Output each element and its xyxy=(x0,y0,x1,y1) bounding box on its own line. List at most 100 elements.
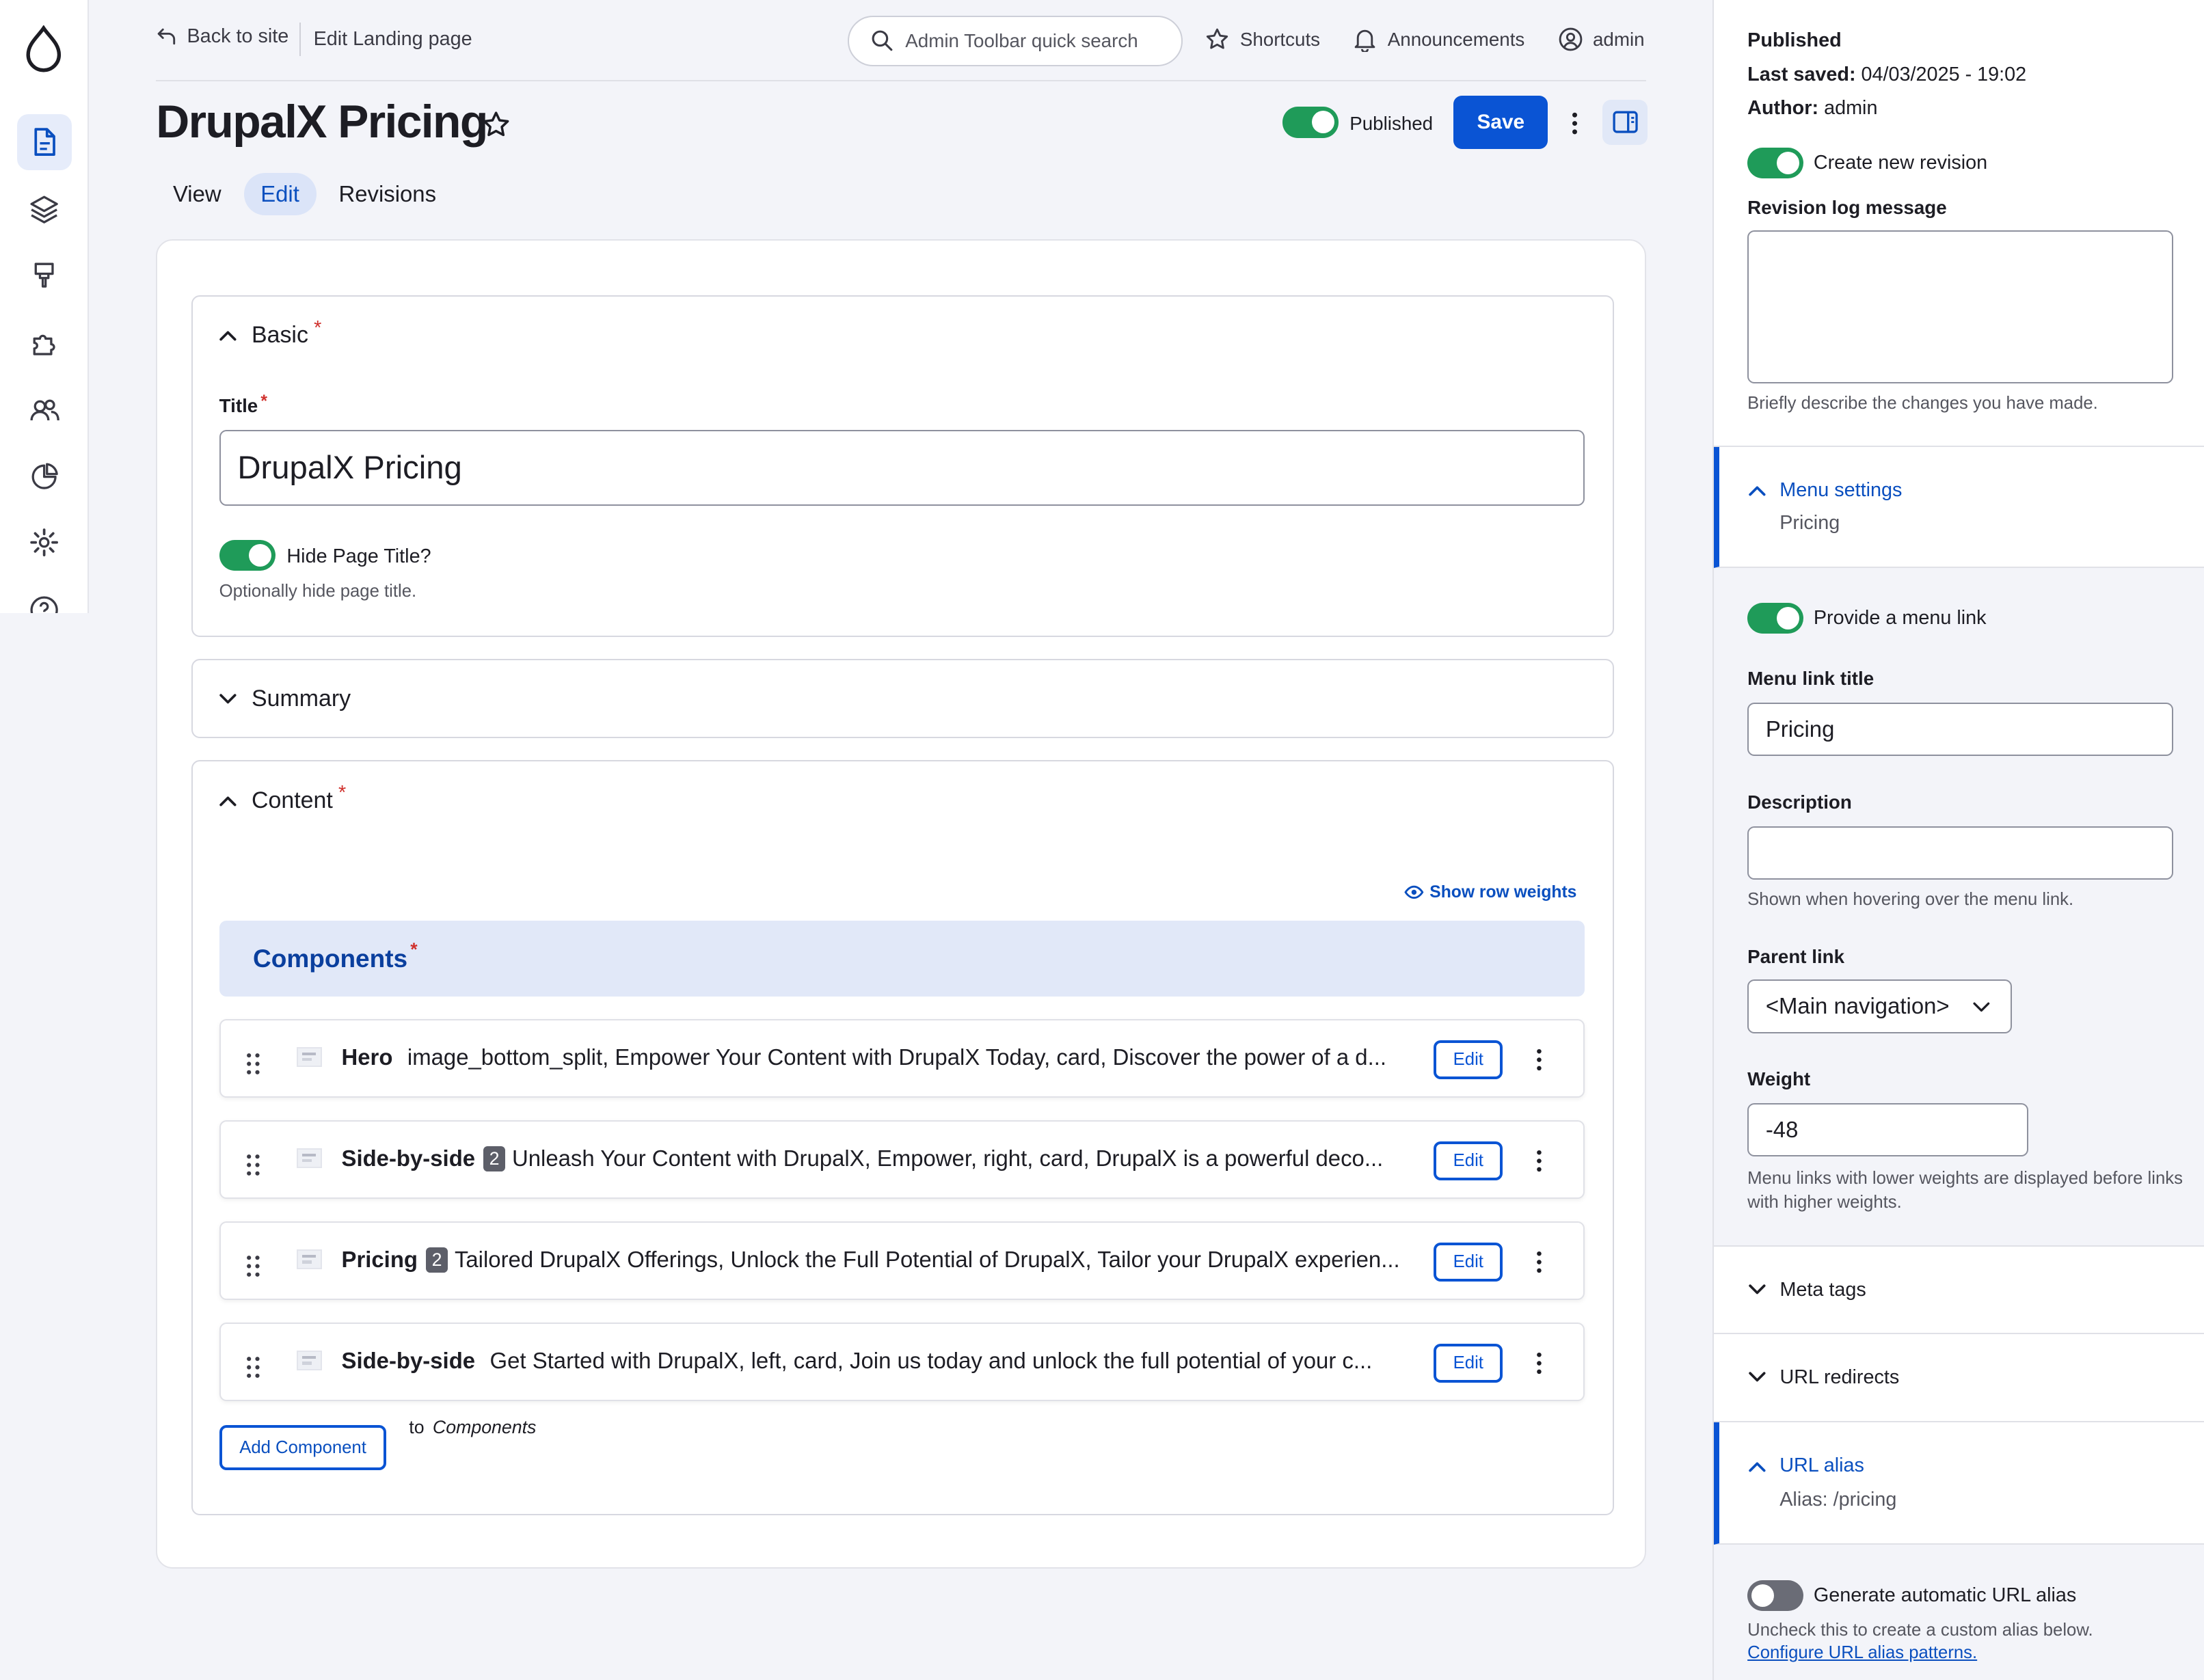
component-count-badge: 2 xyxy=(483,1146,505,1171)
summary-section-toggle[interactable]: Summary xyxy=(218,686,351,712)
menu-description-label: Description xyxy=(1747,791,1852,813)
content-heading: Content xyxy=(251,787,333,813)
rail-structure-item[interactable] xyxy=(17,180,72,236)
to-target: Components xyxy=(432,1416,537,1437)
drag-handle-icon[interactable] xyxy=(245,1254,262,1279)
drag-handle-icon[interactable] xyxy=(245,1152,262,1178)
component-edit-button[interactable]: Edit xyxy=(1434,1141,1503,1181)
meta-tags-toggle[interactable]: Meta tags xyxy=(1747,1279,1866,1301)
author-label: Author: xyxy=(1747,96,1819,119)
url-alias-summary: Alias: /pricing xyxy=(1779,1488,1897,1510)
last-saved-value: 04/03/2025 - 19:02 xyxy=(1861,63,2027,85)
component-description: Get Started with DrupalX, left, card, Jo… xyxy=(489,1347,1373,1373)
drag-handle-icon[interactable] xyxy=(245,1051,262,1076)
component-edit-button[interactable]: Edit xyxy=(1434,1040,1503,1080)
user-menu-button[interactable]: admin xyxy=(1558,27,1645,52)
weight-label: Weight xyxy=(1747,1068,1811,1089)
published-label: Published xyxy=(1349,112,1434,134)
back-to-site-label: Back to site xyxy=(187,25,289,48)
rail-extend-item[interactable] xyxy=(17,315,72,371)
title-field-label: Title * xyxy=(219,392,267,417)
menu-description-input[interactable] xyxy=(1747,826,2174,880)
tab-edit[interactable]: Edit xyxy=(243,172,317,215)
show-row-weights-label: Show row weights xyxy=(1429,882,1577,902)
rail-appearance-item[interactable] xyxy=(17,247,72,303)
weight-help: Menu links with lower weights are displa… xyxy=(1747,1168,2183,1212)
eye-icon xyxy=(1404,886,1424,899)
to-label: to xyxy=(409,1416,425,1437)
quick-search-input[interactable]: Admin Toolbar quick search xyxy=(848,15,1183,66)
bookmark-star-icon[interactable] xyxy=(481,109,511,140)
required-marker: * xyxy=(260,392,267,411)
tab-revisions[interactable]: Revisions xyxy=(322,173,453,215)
parent-link-select[interactable]: <Main navigation> xyxy=(1747,979,2012,1033)
menu-link-title-input[interactable] xyxy=(1747,703,2174,757)
weight-input[interactable] xyxy=(1747,1103,2029,1157)
component-row: Side-by-side Get Started with DrupalX, l… xyxy=(219,1323,1585,1402)
url-alias-title: URL alias xyxy=(1779,1454,1864,1477)
breadcrumb-divider xyxy=(299,22,301,57)
save-button[interactable]: Save xyxy=(1453,95,1548,149)
revision-panel: Published Last saved: 04/03/2025 - 19:02… xyxy=(1713,0,2204,447)
breadcrumb: Edit Landing page xyxy=(313,28,472,51)
generate-alias-toggle[interactable] xyxy=(1747,1580,1804,1611)
drag-handle-icon[interactable] xyxy=(245,1355,262,1380)
author-value: admin xyxy=(1824,96,1878,119)
published-toggle[interactable] xyxy=(1282,107,1339,138)
component-edit-button[interactable]: Edit xyxy=(1434,1343,1503,1383)
component-type: Hero xyxy=(341,1044,393,1070)
status-text: Published xyxy=(1747,29,1842,52)
title-input[interactable] xyxy=(219,430,1585,506)
announcements-button[interactable]: Announcements xyxy=(1352,27,1524,53)
more-actions-icon[interactable] xyxy=(1528,1147,1550,1175)
rail-people-item[interactable] xyxy=(17,382,72,438)
component-thumbnail xyxy=(296,1351,322,1370)
url-alias-toggle[interactable]: URL alias xyxy=(1747,1454,1864,1477)
component-row: Side-by-side 2 Unleash Your Content with D… xyxy=(219,1120,1585,1200)
component-thumbnail xyxy=(296,1249,322,1269)
provide-menu-link-toggle[interactable] xyxy=(1747,603,1804,634)
hide-title-toggle[interactable] xyxy=(219,539,276,571)
menu-settings-title: Menu settings xyxy=(1779,479,1903,502)
menu-settings-toggle[interactable]: Menu settings xyxy=(1747,479,1902,502)
create-revision-toggle[interactable] xyxy=(1747,147,1804,179)
sidebar-toggle-button[interactable] xyxy=(1602,100,1648,145)
component-thumbnail xyxy=(296,1148,322,1168)
required-marker: * xyxy=(410,939,418,960)
show-row-weights-button[interactable]: Show row weights xyxy=(1404,882,1576,902)
back-to-site-link[interactable]: Back to site xyxy=(156,25,288,48)
more-actions-icon[interactable] xyxy=(1528,1046,1550,1074)
shortcuts-button[interactable]: Shortcuts xyxy=(1205,27,1320,52)
menu-description-help: Shown when hovering over the menu link. xyxy=(1747,889,2074,909)
help-icon xyxy=(30,596,58,613)
content-section-toggle[interactable]: Content * xyxy=(218,782,346,814)
tab-view[interactable]: View xyxy=(156,173,238,215)
more-actions-icon[interactable] xyxy=(1562,109,1587,137)
component-summary: Hero image_bottom_split, Empower Your Co… xyxy=(342,1044,1425,1070)
component-edit-button[interactable]: Edit xyxy=(1434,1242,1503,1282)
more-actions-icon[interactable] xyxy=(1528,1248,1550,1276)
component-thumbnail xyxy=(296,1046,322,1067)
hide-title-help: Optionally hide page title. xyxy=(219,582,417,601)
configure-alias-patterns-link[interactable]: Configure URL alias patterns. xyxy=(1747,1643,1977,1663)
rail-help-item[interactable] xyxy=(17,582,72,613)
page-title: DrupalX Pricing xyxy=(156,96,488,148)
summary-heading: Summary xyxy=(251,686,351,712)
rail-config-item[interactable] xyxy=(17,515,72,571)
revision-log-textarea[interactable] xyxy=(1747,230,2174,384)
chevron-up-icon xyxy=(219,796,237,807)
menu-link-title-label: Menu link title xyxy=(1747,667,1874,689)
primary-tabs: View Edit Revisions xyxy=(156,172,459,215)
meta-tags-accordion: Meta tags xyxy=(1713,1245,2204,1334)
drupal-logo-icon[interactable] xyxy=(24,25,64,73)
rail-reports-item[interactable] xyxy=(17,448,72,504)
component-description: Unleash Your Content with DrupalX, Empow… xyxy=(512,1145,1384,1171)
basic-section-toggle[interactable]: Basic * xyxy=(218,317,321,349)
basic-section: Basic * Title* Hide Page Title? Optional… xyxy=(191,295,1614,637)
more-actions-icon[interactable] xyxy=(1528,1349,1550,1377)
url-redirects-toggle[interactable]: URL redirects xyxy=(1747,1366,1899,1389)
back-arrow-icon xyxy=(157,28,176,45)
rail-content-item[interactable] xyxy=(16,113,72,170)
create-revision-label: Create new revision xyxy=(1813,152,1988,174)
add-component-button[interactable]: Add Component xyxy=(219,1425,387,1470)
